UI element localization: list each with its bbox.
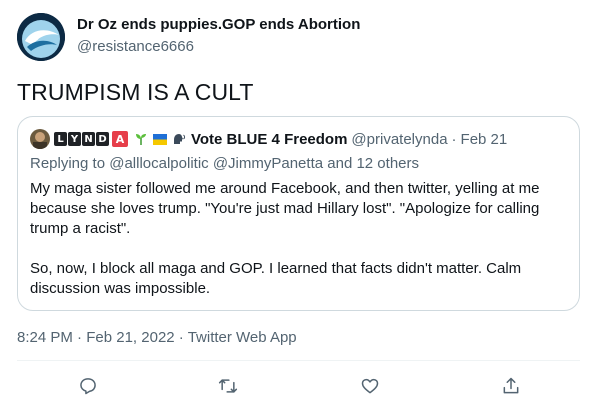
tweet: Dr Oz ends puppies.GOP ends Abortion @re… [0,0,598,410]
share-button[interactable] [494,372,528,400]
author-avatar[interactable] [17,13,65,61]
quoted-separator: · [451,130,457,148]
reply-button[interactable] [71,372,105,400]
reply-icon [80,378,96,395]
avatar-image [17,13,65,61]
speaking-head-icon [172,132,186,146]
author-handle[interactable]: @resistance6666 [77,38,194,55]
name-badge-y: Y [68,132,81,146]
share-icon [503,377,519,394]
quoted-tweet-header: L Y N D A Vote BLUE 4 Freedom @privately… [30,129,507,149]
retweet-icon [218,379,238,393]
quoted-paragraph: So, now, I block all maga and GOP. I lea… [30,260,522,297]
name-badge-n: N [82,132,95,146]
quoted-paragraph: My maga sister followed me around Facebo… [30,180,540,237]
quoted-avatar[interactable] [30,129,50,149]
ukraine-flag-icon [153,132,167,146]
tweet-date[interactable]: Feb 21, 2022 [86,329,174,346]
actions-divider [17,360,580,361]
name-badge-a: A [112,131,128,147]
quoted-body: My maga sister followed me around Facebo… [30,179,570,319]
name-badge-d: D [96,132,109,146]
author-name[interactable]: Dr Oz ends puppies.GOP ends Abortion [77,16,360,33]
tweet-meta: 8:24 PM · Feb 21, 2022 · Twitter Web App [17,329,297,346]
replying-to-mentions[interactable]: @alllocalpolitic @JimmyPanetta [109,155,323,172]
quoted-avatar-image [30,129,50,149]
meta-separator: · [178,329,184,346]
quoted-handle[interactable]: @privatelynda [351,131,447,148]
action-bar [0,372,598,400]
replying-to-others[interactable]: and 12 others [327,155,419,172]
replying-to: Replying to @alllocalpolitic @JimmyPanet… [30,155,419,172]
tweet-text: TRUMPISM IS A CULT [17,79,254,105]
meta-separator: · [77,329,83,346]
like-icon [361,378,379,394]
seedling-icon [134,132,148,146]
tweet-source-app[interactable]: Twitter Web App [188,329,297,346]
replying-to-label: Replying to [30,155,106,172]
quoted-date[interactable]: Feb 21 [461,131,508,148]
tweet-time[interactable]: 8:24 PM [17,329,73,346]
quoted-tweet[interactable]: L Y N D A Vote BLUE 4 Freedom @privately… [17,116,580,311]
name-badge-l: L [54,132,67,146]
retweet-button[interactable] [211,372,245,400]
quoted-name[interactable]: Vote BLUE 4 Freedom [191,131,347,148]
like-button[interactable] [353,372,387,400]
